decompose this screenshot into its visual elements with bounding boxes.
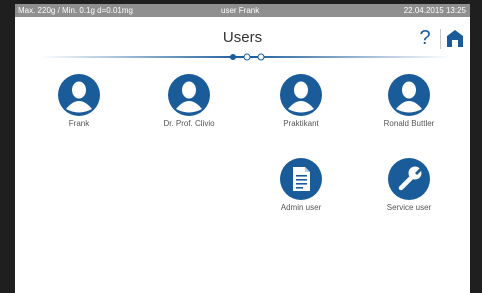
page-title: Users	[222, 29, 263, 46]
capacity-readout: Max. 220g / Min. 0.1g d=0.01mg	[18, 6, 133, 15]
user-label: Ronald Buttler	[383, 119, 435, 128]
person-icon	[58, 74, 100, 116]
help-button[interactable]: ?	[415, 26, 435, 50]
user-tile-frank[interactable]: Frank	[34, 74, 124, 144]
user-tile-praktikant[interactable]: Praktikant	[256, 74, 346, 144]
page-dot-3	[257, 53, 265, 61]
user-tile-ronald-buttler[interactable]: Ronald Buttler	[364, 74, 454, 144]
page-dot-2	[243, 53, 251, 61]
wrench-icon	[388, 158, 430, 200]
user-tile-dr-prof-clivio[interactable]: Dr. Prof. Clivio	[144, 74, 234, 144]
document-icon	[280, 158, 322, 200]
page-indicator	[230, 53, 265, 61]
user-tile-admin-user[interactable]: Admin user	[256, 158, 346, 228]
touch-screen: Max. 220g / Min. 0.1g d=0.01mg user Fran…	[15, 4, 470, 293]
date-time: 22.04.2015 13:25	[403, 6, 466, 15]
user-label: Frank	[68, 119, 90, 128]
header-divider	[440, 29, 441, 49]
user-tile-service-user[interactable]: Service user	[364, 158, 454, 228]
user-label: Praktikant	[283, 119, 319, 128]
person-icon	[280, 74, 322, 116]
user-label: Service user	[386, 203, 432, 212]
person-icon	[388, 74, 430, 116]
page-dot-1	[230, 54, 236, 60]
user-label: Admin user	[280, 203, 322, 212]
user-label: Dr. Prof. Clivio	[163, 119, 215, 128]
current-user: user Frank	[221, 6, 260, 15]
home-icon[interactable]	[446, 29, 464, 48]
person-icon	[168, 74, 210, 116]
header: Users ?	[15, 17, 470, 57]
status-bar: Max. 220g / Min. 0.1g d=0.01mg user Fran…	[15, 4, 470, 17]
